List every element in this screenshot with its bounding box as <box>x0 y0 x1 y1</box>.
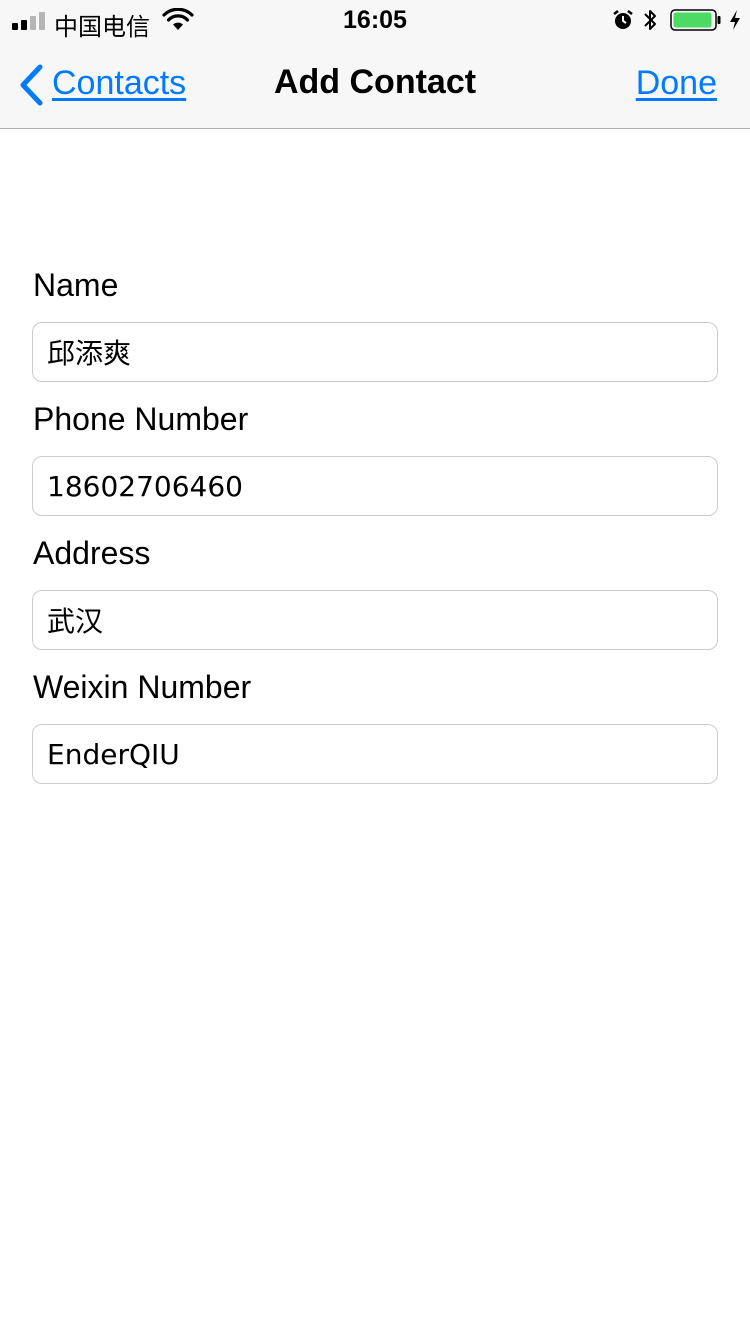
name-label: Name <box>33 267 119 303</box>
navigation-bar: Contacts Add Contact Done <box>0 40 750 129</box>
status-time: 16:05 <box>343 6 407 34</box>
status-bar: 中国电信 16:05 <box>0 0 750 41</box>
charging-bolt-icon <box>730 10 740 30</box>
battery-icon <box>670 9 721 31</box>
done-button[interactable]: Done <box>636 64 717 103</box>
name-field[interactable] <box>32 322 718 382</box>
address-label: Address <box>33 535 151 571</box>
weixin-number-label: Weixin Number <box>33 669 252 705</box>
phone-number-field[interactable] <box>32 456 718 516</box>
phone-number-label: Phone Number <box>33 401 249 437</box>
address-field[interactable] <box>32 590 718 650</box>
weixin-number-field[interactable] <box>32 724 718 784</box>
alarm-icon <box>613 10 633 29</box>
bluetooth-icon <box>644 10 656 30</box>
